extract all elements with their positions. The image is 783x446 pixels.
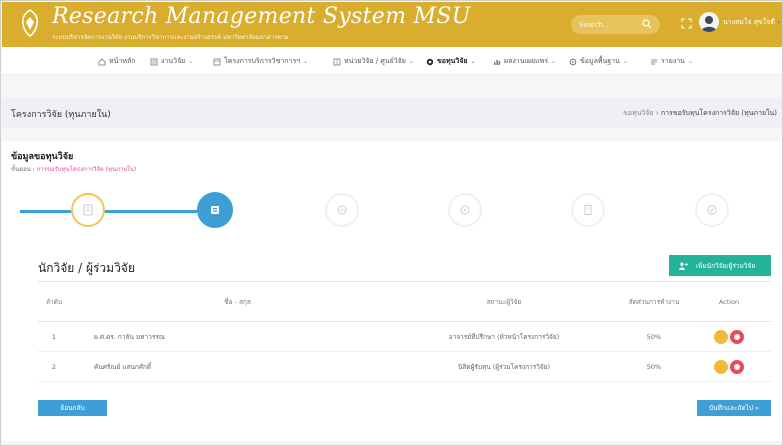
nav-item-label: ขอทุนวิจัย bbox=[437, 57, 468, 65]
chart-icon bbox=[494, 59, 501, 65]
researcher-name: คันศรัณย์ แสนกศักดิ์ bbox=[70, 351, 387, 382]
researchers-table: ลำดับ ชื่อ - สกุล สถานะผู้วิจัย สัดส่วนก… bbox=[38, 281, 771, 382]
row-actions bbox=[687, 351, 771, 382]
delete-button[interactable] bbox=[730, 329, 744, 344]
work-percent: 50% bbox=[621, 321, 687, 352]
page-header: โครงการวิจัย (ทุนภายใน) ขอทุนวิจัย › การ… bbox=[2, 98, 782, 128]
column-header: ลำดับ bbox=[38, 281, 70, 322]
breadcrumb-current: การขอรับทุนโครงการวิจัย (ทุนภายใน) bbox=[660, 109, 777, 117]
chevron-down-icon: ▾ bbox=[777, 19, 781, 26]
user-icon bbox=[701, 16, 717, 32]
table-row: 2 คันศรัณย์ แสนกศักดิ์ นิสิตผู้รับทุน (ผ… bbox=[38, 351, 771, 382]
table-header-row: ลำดับ ชื่อ - สกุล สถานะผู้วิจัย สัดส่วนก… bbox=[38, 281, 771, 322]
search-input[interactable] bbox=[579, 18, 639, 31]
researcher-role: อาจารย์ที่ปรึกษา (หัวหน้าโครงการวิจัย) bbox=[387, 321, 621, 352]
nav-item-home[interactable]: หน้าหลัก bbox=[98, 56, 135, 67]
work-percent: 50% bbox=[621, 351, 687, 382]
nav-item-report[interactable]: รายงาน ⌄ bbox=[650, 56, 693, 67]
report-icon bbox=[651, 59, 657, 64]
app-title: Research Management System MSU bbox=[52, 4, 471, 29]
column-header: ชื่อ - สกุล bbox=[70, 281, 387, 322]
stepper-progress-line bbox=[20, 210, 220, 213]
row-actions bbox=[687, 321, 771, 352]
row-number: 1 bbox=[38, 321, 70, 352]
column-header: Action bbox=[687, 281, 771, 322]
check-circle-icon bbox=[707, 205, 717, 215]
top-header: Research Management System MSU ระบบบริหา… bbox=[2, 2, 782, 47]
clock-icon bbox=[460, 205, 470, 215]
doc-icon bbox=[213, 58, 221, 65]
step-6[interactable] bbox=[695, 193, 729, 227]
step-value: การขอรับทุนโครงการวิจัย (ทุนภายใน) bbox=[36, 166, 137, 173]
chevron-down-icon: ⌄ bbox=[188, 58, 194, 65]
nav-item-publication[interactable]: ผลงานเผยแพร่ ⌄ bbox=[493, 56, 556, 67]
chevron-down-icon: ⌄ bbox=[303, 58, 309, 65]
list-icon bbox=[150, 58, 158, 65]
edit-button[interactable] bbox=[714, 329, 728, 344]
researcher-name: ผ.ศ.ดร. กาลัน มหาวรรณ bbox=[70, 321, 387, 352]
step-4[interactable] bbox=[448, 193, 482, 227]
budget-icon bbox=[337, 205, 347, 215]
previous-button[interactable]: ย้อนกลับ bbox=[38, 400, 107, 416]
chevron-down-icon: ⌄ bbox=[470, 58, 476, 65]
step-3[interactable] bbox=[325, 193, 359, 227]
step-label: ขั้นตอน : bbox=[11, 166, 35, 173]
delete-button[interactable] bbox=[730, 359, 744, 374]
nav-item-academic-service[interactable]: โครงการบริการวิชาการฯ ⌄ bbox=[213, 56, 308, 67]
table-row: 1 ผ.ศ.ดร. กาลัน มหาวรรณ อาจารย์ที่ปรึกษา… bbox=[38, 321, 771, 352]
chevron-down-icon: ⌄ bbox=[622, 58, 628, 65]
nav-item-label: โครงการบริการวิชาการฯ bbox=[224, 57, 301, 65]
home-icon bbox=[98, 57, 106, 65]
step-2[interactable] bbox=[197, 192, 233, 228]
user-menu[interactable]: นางสมใจ สุขใจดี ▾ bbox=[723, 17, 780, 28]
nav-item-grant[interactable]: ขอทุนวิจัย ⌄ bbox=[426, 56, 476, 67]
app-window: Research Management System MSU ระบบบริหา… bbox=[0, 0, 783, 446]
fullscreen-icon[interactable] bbox=[681, 18, 692, 29]
nav-item-research[interactable]: งานวิจัย ⌄ bbox=[150, 56, 193, 67]
nav-item-label: หน่วยวิจัย / ศูนย์วิจัย bbox=[344, 57, 406, 65]
researcher-role: นิสิตผู้รับทุน (ผู้ร่วมโครงการวิจัย) bbox=[387, 351, 621, 382]
column-header: สถานะผู้วิจัย bbox=[387, 281, 621, 322]
chevron-down-icon: ⌄ bbox=[551, 58, 557, 65]
nav-item-label: หน้าหลัก bbox=[109, 57, 136, 65]
chevron-down-icon: ⌄ bbox=[687, 58, 693, 65]
grant-card: ข้อมูลขอทุนวิจัย ขั้นตอน : การขอรับทุนโค… bbox=[2, 141, 782, 441]
building-icon bbox=[333, 58, 341, 65]
document-icon bbox=[584, 205, 592, 215]
msu-logo-icon[interactable] bbox=[19, 8, 41, 38]
gear-icon bbox=[569, 58, 577, 65]
main-nav: หน้าหลัก งานวิจัย ⌄ โครงการบริการวิชาการฯ… bbox=[2, 47, 782, 75]
nav-item-master-data[interactable]: ข้อมูลพื้นฐาน ⌄ bbox=[569, 56, 628, 67]
breadcrumb: ขอทุนวิจัย › การขอรับทุนโครงการวิจัย (ทุ… bbox=[623, 108, 777, 119]
nav-item-label: ผลงานเผยแพร่ bbox=[504, 57, 549, 65]
chevron-down-icon: ⌄ bbox=[408, 58, 414, 65]
breadcrumb-item[interactable]: ขอทุนวิจัย bbox=[623, 109, 654, 117]
user-name: นางสมใจ สุขใจดี bbox=[723, 18, 775, 26]
step-1[interactable] bbox=[71, 193, 105, 227]
add-user-icon bbox=[679, 262, 688, 270]
researchers-icon bbox=[211, 206, 219, 214]
app-subtitle: ระบบบริหารจัดการงานวิจัย งานบริการวิชากา… bbox=[52, 34, 289, 41]
user-avatar[interactable] bbox=[699, 12, 719, 32]
step-5[interactable] bbox=[571, 193, 605, 227]
user-list-icon bbox=[83, 204, 93, 216]
nav-item-label: รายงาน bbox=[661, 57, 685, 65]
section-subtitle: ขั้นตอน : การขอรับทุนโครงการวิจัย (ทุนภา… bbox=[11, 164, 136, 174]
search-icon[interactable] bbox=[642, 19, 652, 29]
add-researcher-button[interactable]: เพิ่มนักวิจัย/ผู้ร่วมวิจัย bbox=[669, 255, 771, 276]
edit-button[interactable] bbox=[714, 359, 728, 374]
column-header: สัดส่วนการทำงาน bbox=[621, 281, 687, 322]
search-box[interactable] bbox=[571, 15, 660, 34]
nav-item-research-unit[interactable]: หน่วยวิจัย / ศูนย์วิจัย ⌄ bbox=[333, 56, 414, 67]
section-title: ข้อมูลขอทุนวิจัย bbox=[11, 152, 74, 162]
target-icon bbox=[426, 58, 434, 65]
progress-stepper bbox=[20, 192, 765, 229]
add-researcher-label: เพิ่มนักวิจัย/ผู้ร่วมวิจัย bbox=[696, 261, 756, 270]
save-next-button[interactable]: บันทึกและถัดไป » bbox=[697, 400, 771, 416]
page-title: โครงการวิจัย (ทุนภายใน) bbox=[11, 110, 111, 120]
row-number: 2 bbox=[38, 351, 70, 382]
nav-item-label: ข้อมูลพื้นฐาน bbox=[580, 57, 620, 65]
nav-item-label: งานวิจัย bbox=[161, 57, 186, 65]
researchers-title: นักวิจัย / ผู้ร่วมวิจัย bbox=[38, 261, 135, 275]
